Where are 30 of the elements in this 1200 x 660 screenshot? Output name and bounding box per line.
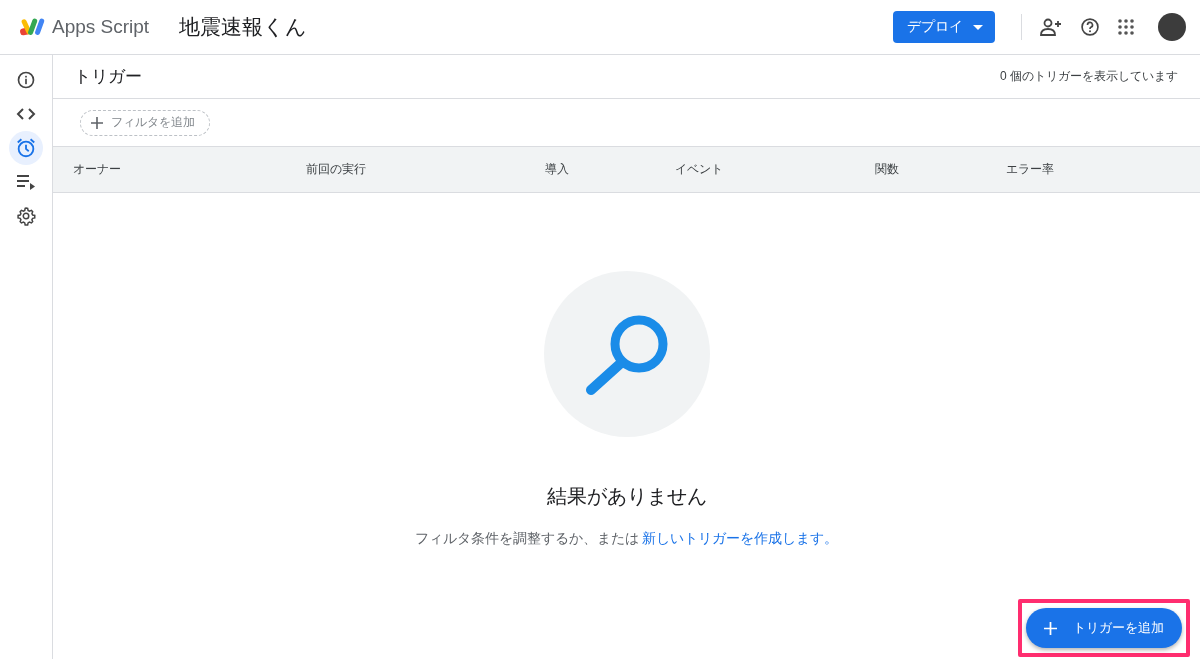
settings-icon[interactable]: [16, 206, 36, 226]
info-icon[interactable]: [16, 70, 36, 90]
app-name: Apps Script: [52, 16, 150, 38]
sidebar-item[interactable]: [9, 131, 43, 165]
project-title[interactable]: 地震速報くん: [179, 13, 308, 41]
column-header: エラー率: [1006, 161, 1055, 178]
deploy-button[interactable]: デプロイ: [893, 11, 995, 43]
alarm-clock-icon[interactable]: [15, 137, 37, 159]
help-icon[interactable]: [1080, 17, 1100, 37]
column-header: 導入: [545, 161, 570, 178]
empty-state-title: 結果がありません: [546, 484, 707, 509]
code-icon[interactable]: [16, 107, 36, 121]
column-header: イベント: [675, 161, 724, 178]
avatar[interactable]: [1158, 13, 1186, 41]
list-play-icon[interactable]: [16, 174, 36, 190]
trigger-count: 0 個のトリガーを表示しています: [1000, 68, 1178, 85]
plus-icon: [91, 116, 103, 129]
column-header: 関数: [875, 161, 900, 178]
column-header: オーナー: [73, 161, 122, 178]
caret-icon: [973, 24, 983, 30]
add-trigger-button[interactable]: トリガーを追加: [1026, 608, 1182, 648]
page-title: トリガー: [74, 66, 142, 88]
empty-state-message: フィルタ条件を調整するか、または 新しいトリガーを作成します。: [414, 530, 839, 548]
logo-icon: [18, 16, 46, 38]
add-person-icon[interactable]: [1040, 18, 1062, 36]
column-header: 前回の実行: [306, 161, 367, 178]
plus-icon: [1044, 621, 1057, 635]
create-trigger-link[interactable]: 新しいトリガーを作成します。: [642, 530, 839, 546]
add-filter-button[interactable]: フィルタを追加: [80, 109, 210, 136]
apps-grid-icon[interactable]: [1118, 19, 1134, 35]
